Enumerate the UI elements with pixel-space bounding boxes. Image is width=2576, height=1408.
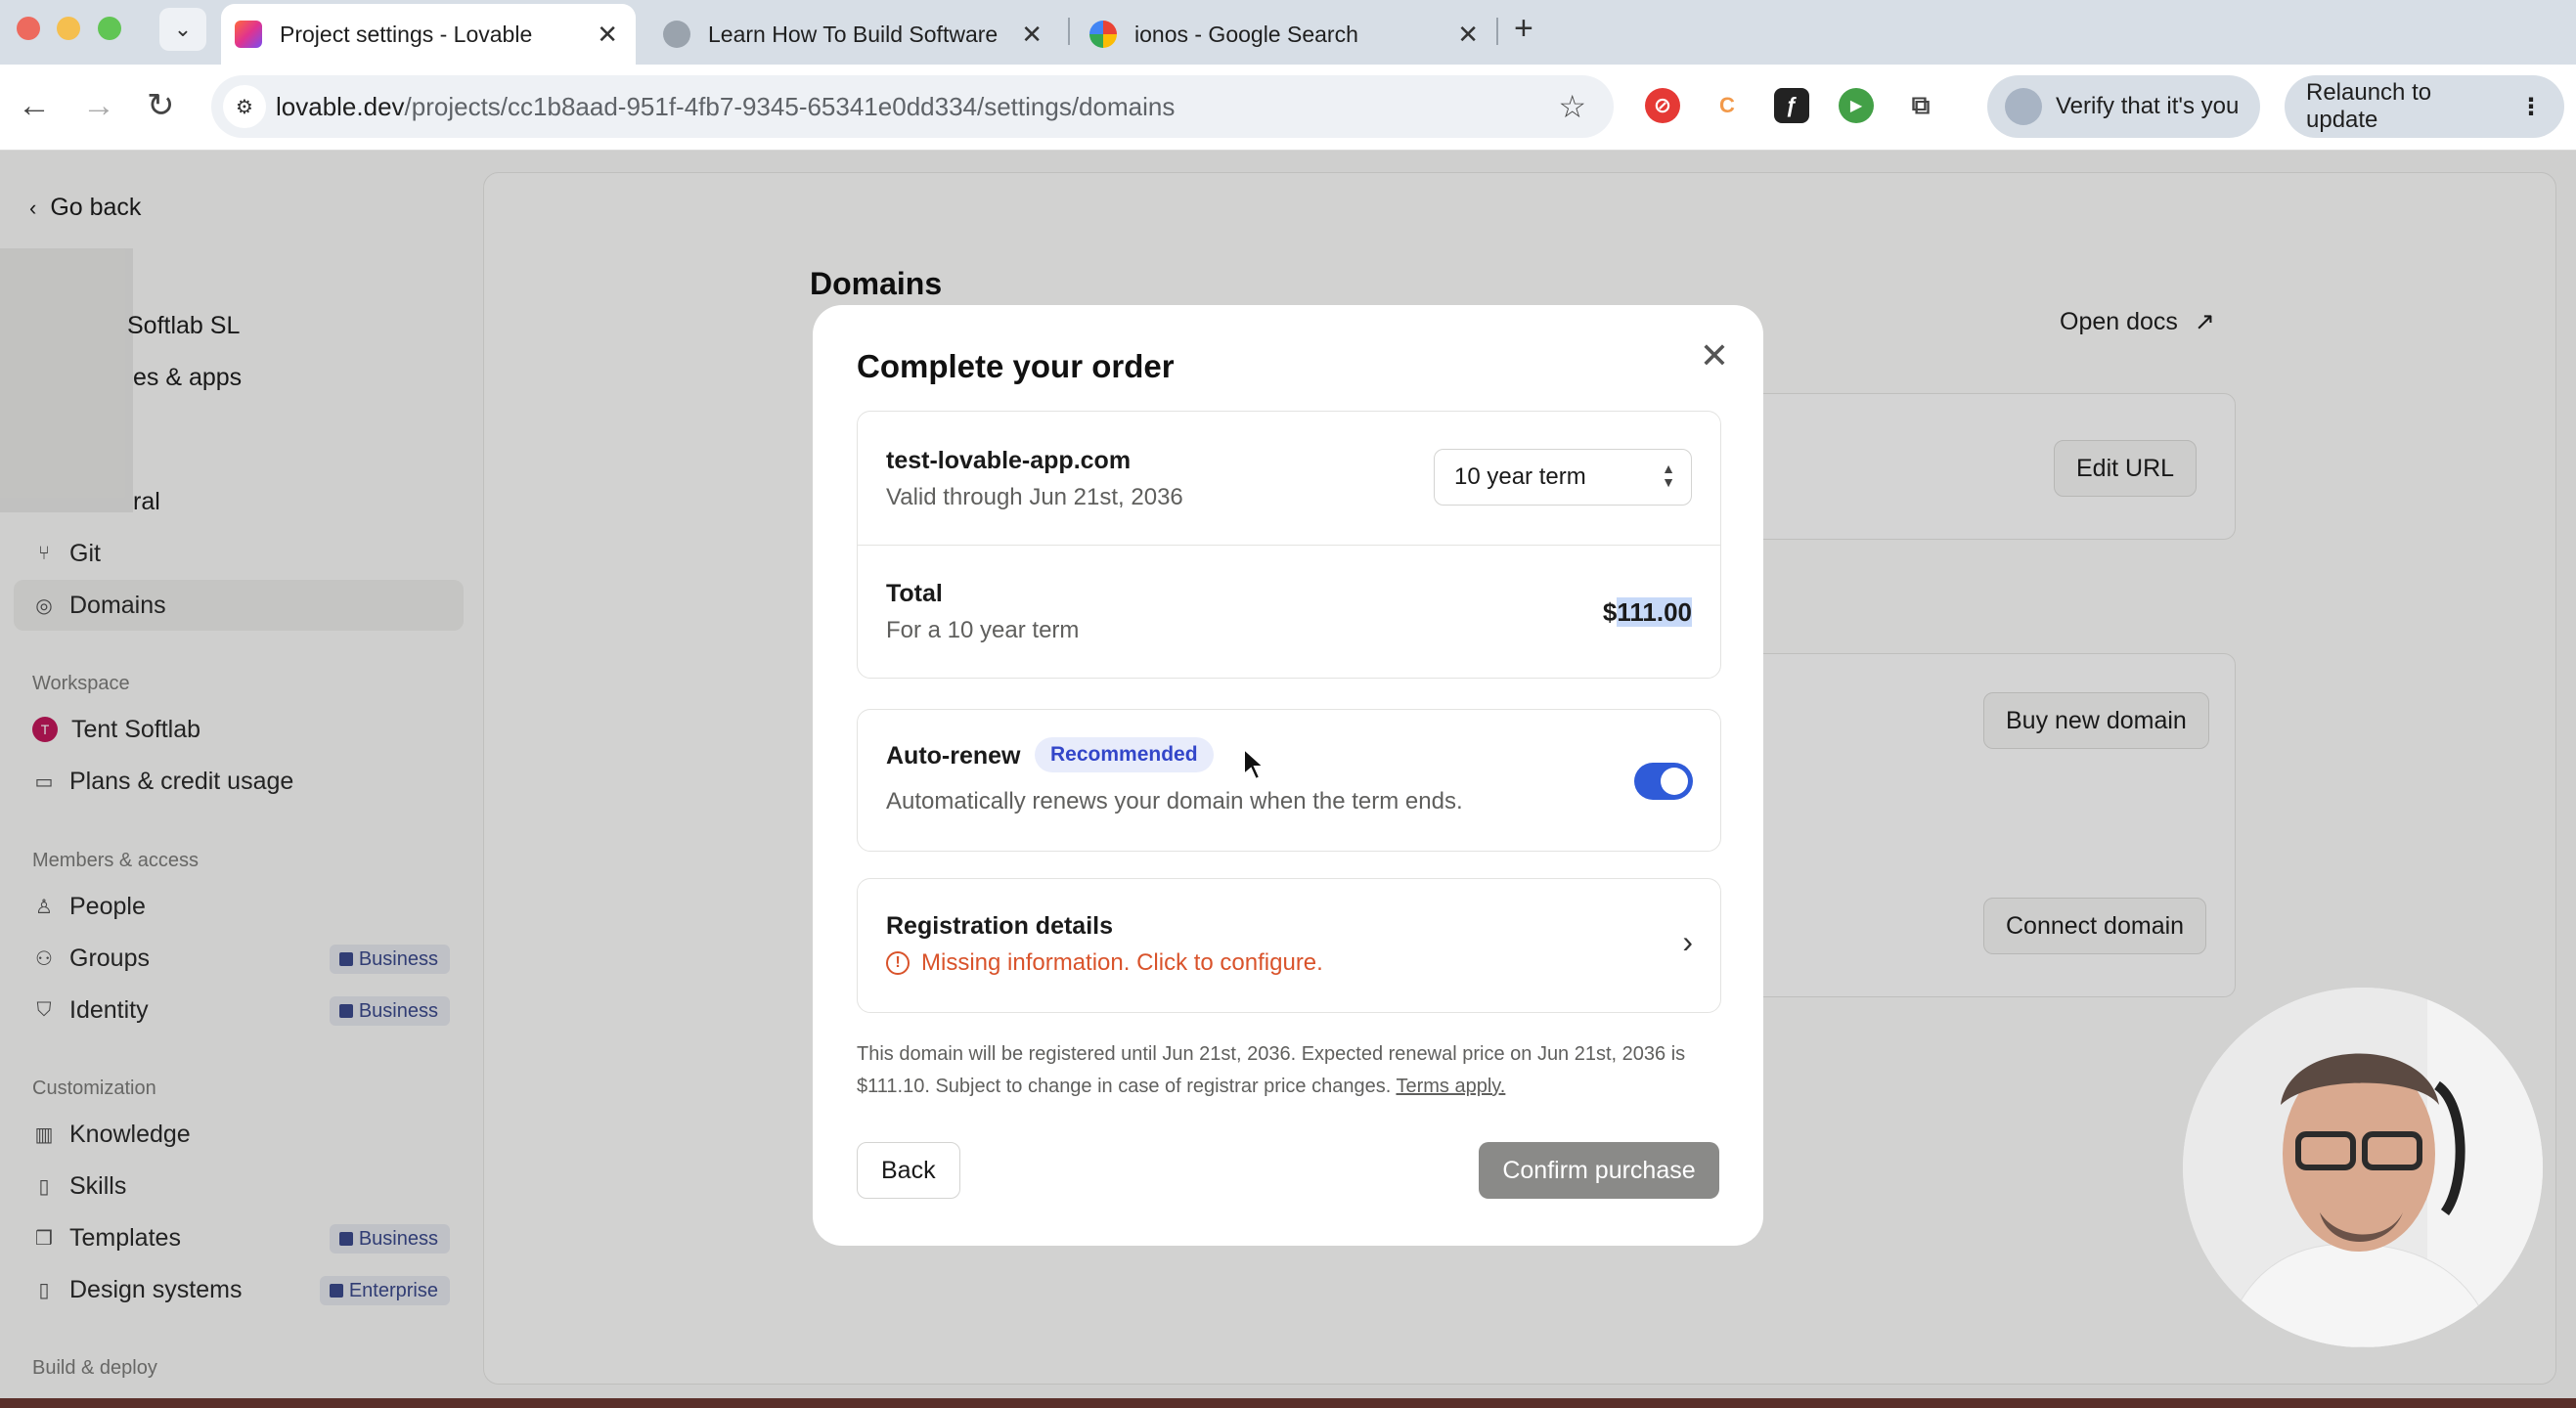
- google-favicon-icon: [1089, 21, 1117, 48]
- presenter-video-image: [2183, 988, 2543, 1347]
- term-select[interactable]: 10 year term ▲ ▼: [1434, 449, 1692, 506]
- mouse-cursor-icon: [1243, 746, 1266, 781]
- terms-link[interactable]: Terms apply.: [1396, 1076, 1505, 1097]
- bottom-edge: [0, 1398, 2576, 1408]
- auto-renew-card: Auto-renew Recommended Automatically ren…: [857, 709, 1721, 852]
- order-summary-card: test-lovable-app.com Valid through Jun 2…: [857, 411, 1721, 679]
- tab-ionos[interactable]: ionos - Google Search ✕: [1076, 4, 1496, 65]
- reload-icon[interactable]: ↻: [147, 86, 175, 125]
- url-host: lovable.dev: [276, 91, 405, 121]
- extensions-puzzle-icon[interactable]: ⧉: [1903, 88, 1938, 123]
- registration-label: Registration details: [886, 912, 1113, 940]
- tab-title: Learn How To Build Software: [708, 21, 999, 47]
- tab-separator: [1068, 18, 1070, 45]
- browser-toolbar: ← → ↻ ⚙ lovable.dev/projects/cc1b8aad-95…: [0, 65, 2576, 151]
- url-path: /projects/cc1b8aad-951f-4fb7-9345-65341e…: [404, 91, 1176, 121]
- site-info-icon[interactable]: ⚙: [223, 85, 266, 128]
- new-tab-button[interactable]: +: [1514, 12, 1533, 45]
- close-tab-icon[interactable]: ✕: [1021, 20, 1043, 50]
- divider: [858, 545, 1720, 546]
- bookmark-star-icon[interactable]: ☆: [1558, 88, 1586, 125]
- tab-separator: [1496, 18, 1498, 45]
- webcam-overlay: [2183, 988, 2543, 1347]
- confirm-purchase-button[interactable]: Confirm purchase: [1479, 1142, 1719, 1199]
- chevron-down-icon: ⌄: [173, 17, 193, 41]
- chevron-right-icon: ›: [1682, 924, 1693, 959]
- back-button[interactable]: Back: [857, 1142, 960, 1199]
- kebab-menu-icon: ⋮: [2519, 93, 2543, 120]
- close-tab-icon[interactable]: ✕: [597, 20, 618, 50]
- price-amount: 111.00: [1617, 597, 1692, 627]
- relaunch-button[interactable]: Relaunch to update ⋮: [2285, 75, 2564, 138]
- back-arrow-icon[interactable]: ←: [18, 86, 51, 125]
- tab-strip: ⌄ Project settings - Lovable ✕ Learn How…: [0, 0, 2576, 65]
- registration-details-card[interactable]: Registration details ! Missing informati…: [857, 878, 1721, 1013]
- recommended-badge: Recommended: [1035, 737, 1214, 772]
- script-extension-icon[interactable]: ƒ: [1774, 88, 1809, 123]
- profile-verify-button[interactable]: Verify that it's you: [1987, 75, 2261, 138]
- toggle-knob: [1661, 768, 1688, 795]
- auto-renew-label: Auto-renew: [886, 742, 1021, 770]
- total-label: Total: [886, 580, 943, 607]
- relaunch-label: Relaunch to update: [2306, 79, 2432, 133]
- registration-warning: ! Missing information. Click to configur…: [886, 949, 1323, 977]
- auto-renew-toggle[interactable]: [1634, 763, 1693, 800]
- term-select-value: 10 year term: [1454, 463, 1586, 490]
- dialog-title: Complete your order: [857, 348, 1175, 384]
- tab-learn[interactable]: Learn How To Build Software ✕: [649, 4, 1060, 65]
- tab-project-settings[interactable]: Project settings - Lovable ✕: [221, 4, 636, 65]
- adblock-extension-icon[interactable]: ⊘: [1645, 88, 1680, 123]
- close-icon[interactable]: ✕: [1695, 335, 1734, 375]
- total-subtitle: For a 10 year term: [886, 617, 1080, 643]
- close-tab-icon[interactable]: ✕: [1457, 20, 1479, 50]
- globe-favicon-icon: [663, 21, 690, 48]
- chevron-up-down-icon: ▲ ▼: [1662, 461, 1675, 490]
- forward-arrow-icon[interactable]: →: [82, 86, 115, 125]
- price-currency: $: [1602, 597, 1618, 627]
- fineprint-text: This domain will be registered until Jun…: [857, 1043, 1686, 1097]
- complete-order-dialog: Complete your order ✕ test-lovable-app.c…: [813, 305, 1763, 1246]
- registration-warning-text: Missing information. Click to configure.: [921, 949, 1323, 976]
- profile-avatar: [2005, 88, 2042, 125]
- tab-title: Project settings - Lovable: [280, 21, 533, 47]
- valid-through: Valid through Jun 21st, 2036: [886, 484, 1183, 510]
- verify-label: Verify that it's you: [2056, 93, 2240, 119]
- tab-search-button[interactable]: ⌄: [159, 8, 206, 51]
- grammarly-extension-icon[interactable]: C: [1710, 88, 1745, 123]
- total-price: $111.00: [1603, 597, 1692, 628]
- alert-circle-icon: !: [886, 951, 910, 975]
- window-close-button[interactable]: [17, 17, 40, 40]
- renewal-fineprint: This domain will be registered until Jun…: [857, 1038, 1721, 1103]
- play-extension-icon[interactable]: ▶: [1839, 88, 1874, 123]
- address-bar[interactable]: ⚙ lovable.dev/projects/cc1b8aad-951f-4fb…: [211, 75, 1614, 138]
- window-minimize-button[interactable]: [57, 17, 80, 40]
- domain-name: test-lovable-app.com: [886, 447, 1132, 474]
- auto-renew-description: Automatically renews your domain when th…: [886, 788, 1463, 814]
- tab-title: ionos - Google Search: [1134, 21, 1358, 47]
- lovable-favicon-icon: [235, 21, 262, 48]
- window-zoom-button[interactable]: [98, 17, 121, 40]
